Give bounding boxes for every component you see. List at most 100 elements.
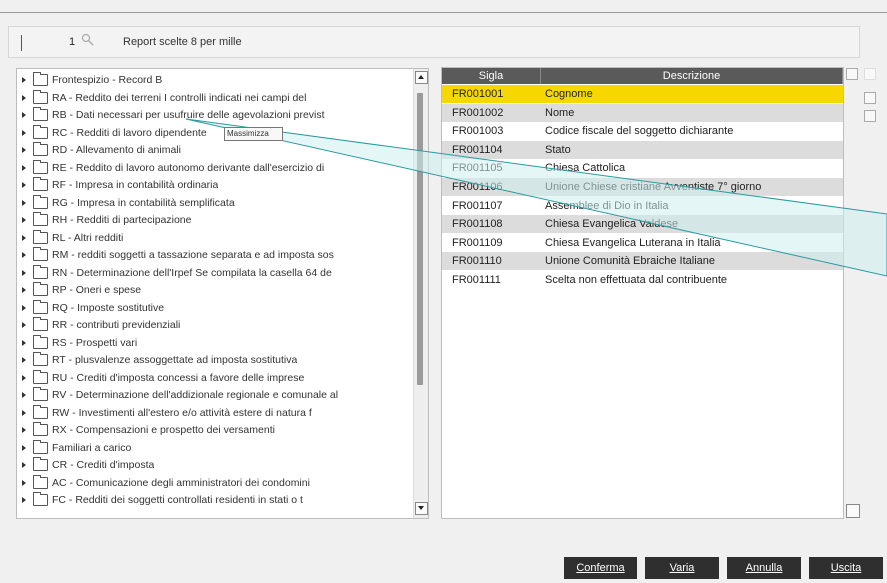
sigla-cell: FR001002: [452, 106, 504, 119]
table-row[interactable]: FR001003 Codice fiscale del soggetto dich…: [442, 122, 843, 140]
expand-arrow-icon[interactable]: [22, 392, 26, 398]
tree-item-label: RQ - Imposte sostitutive: [52, 301, 165, 314]
tree-item[interactable]: RG - Impresa in contabilità semplificata: [17, 194, 412, 212]
expand-arrow-icon[interactable]: [22, 94, 26, 101]
expand-arrow-icon[interactable]: [22, 234, 26, 241]
tree-item[interactable]: RV - Determinazione dell'addizionale reg…: [17, 386, 412, 404]
tree-item[interactable]: RA - Reddito dei terreni I controlli ind…: [17, 89, 412, 107]
tree-item[interactable]: RT - plusvalenze assoggettate ad imposta…: [17, 351, 412, 369]
tree-item[interactable]: RP - Oneri e spese: [17, 281, 412, 299]
tree-item[interactable]: RU - Crediti d'imposta concessi a favore…: [17, 369, 412, 387]
table-row[interactable]: FR001001 Cognome: [442, 85, 843, 103]
expand-arrow-icon[interactable]: [22, 182, 26, 188]
tree-item[interactable]: Familiari a carico: [17, 439, 412, 457]
confirm-button[interactable]: Conferma: [564, 557, 637, 579]
expand-arrow-icon[interactable]: [22, 269, 26, 276]
tree-item[interactable]: FC - Redditi dei soggetti controllati re…: [17, 491, 412, 509]
side-button-2[interactable]: [864, 92, 876, 104]
expand-arrow-icon[interactable]: [22, 252, 26, 258]
exit-button[interactable]: Uscita: [809, 557, 883, 579]
sigla-cell: FR001107: [452, 199, 503, 212]
section-tree: Frontespizio - Record B RA - Reddito dei …: [16, 68, 429, 519]
folder-icon: [33, 474, 48, 489]
table-row[interactable]: FR001108 Chiesa Evangelica Valdese: [442, 215, 843, 234]
folder-icon: [33, 282, 48, 296]
tree-scrollbar[interactable]: [413, 69, 428, 518]
folder-icon: [33, 124, 48, 139]
search-icon[interactable]: [81, 33, 95, 47]
grid-scroll-down-button[interactable]: [846, 504, 860, 518]
expand-arrow-icon[interactable]: [22, 427, 26, 433]
expand-arrow-icon[interactable]: [22, 129, 26, 136]
tree-item-label: RV - Determinazione dell'addizionale reg…: [52, 389, 339, 401]
folder-icon: [33, 299, 48, 314]
fields-grid: Sigla Descrizione FR001001 Cognome FR00100…: [441, 67, 844, 519]
expand-arrow-icon[interactable]: [22, 444, 26, 451]
tree-item[interactable]: RM - redditi soggetti a tassazione separ…: [17, 246, 412, 264]
toolbar: 1 Report scelte 8 per mille: [8, 26, 860, 58]
tree-item[interactable]: RW - Investimenti all'estero e/o attivit…: [17, 404, 412, 422]
descrizione-cell: Stato: [545, 143, 571, 156]
tree-item[interactable]: RR - contributi previdenziali: [17, 316, 412, 334]
expand-arrow-icon[interactable]: [22, 322, 26, 328]
scroll-thumb[interactable]: [417, 93, 423, 385]
expand-arrow-icon[interactable]: [22, 304, 26, 311]
tree-item[interactable]: RN - Determinazione dell'Irpef Se compil…: [17, 264, 412, 282]
folder-icon: [33, 387, 48, 401]
cancel-button[interactable]: Annulla: [727, 557, 801, 579]
tree-item[interactable]: AC - Comunicazione degli amministratori …: [17, 474, 412, 492]
tree-item[interactable]: CR - Crediti d'imposta: [17, 456, 412, 474]
expand-arrow-icon[interactable]: [22, 199, 26, 206]
expand-arrow-icon[interactable]: [22, 112, 26, 118]
expand-arrow-icon[interactable]: [22, 462, 26, 468]
expand-arrow-icon[interactable]: [22, 77, 26, 83]
expand-arrow-icon[interactable]: [22, 409, 26, 416]
tree-item[interactable]: RX - Compensazioni e prospetto dei versa…: [17, 421, 412, 439]
table-row[interactable]: FR001105 Chiesa Cattolica: [442, 159, 843, 177]
side-button-1[interactable]: [864, 68, 876, 80]
tree-item[interactable]: RE - Reddito di lavoro autonomo derivant…: [17, 159, 412, 177]
table-row[interactable]: FR001110 Unione Comunità Ebraiche Italian…: [442, 252, 843, 271]
scroll-down-button[interactable]: [415, 502, 428, 515]
edit-button[interactable]: Varia: [645, 557, 719, 579]
folder-icon: [33, 264, 48, 279]
grid-scroll-up-button[interactable]: [846, 68, 858, 80]
folder-icon: [33, 334, 48, 349]
tree-item[interactable]: RH - Redditi di partecipazione: [17, 211, 412, 229]
tree-item[interactable]: RS - Prospetti vari: [17, 334, 412, 352]
tree-item-label: RU - Crediti d'imposta concessi a favore…: [52, 371, 305, 384]
tree-item[interactable]: Frontespizio - Record B: [17, 71, 412, 89]
table-row[interactable]: FR001107 Assemblee di Dio in Italia: [442, 197, 843, 215]
tree-item[interactable]: RF - Impresa in contabilità ordinaria: [17, 176, 412, 194]
column-header-sigla[interactable]: Sigla: [442, 68, 541, 84]
expand-arrow-icon[interactable]: [22, 147, 26, 153]
column-header-descrizione[interactable]: Descrizione: [541, 68, 843, 84]
table-row[interactable]: FR001002 Nome: [442, 103, 843, 122]
toolbar-separator: [21, 35, 22, 51]
table-row[interactable]: FR001106 Unione Chiese cristiane Avventis…: [442, 178, 843, 196]
expand-arrow-icon[interactable]: [22, 217, 26, 223]
expand-arrow-icon[interactable]: [22, 339, 26, 346]
tree-item[interactable]: RC - Redditi di lavoro dipendente: [17, 124, 412, 142]
tree-item[interactable]: RD - Allevamento di animali: [17, 141, 412, 159]
expand-arrow-icon[interactable]: [22, 374, 26, 381]
tree-item[interactable]: RL - Altri redditi: [17, 229, 412, 247]
expand-arrow-icon[interactable]: [22, 497, 26, 503]
expand-arrow-icon[interactable]: [22, 287, 26, 293]
record-number: 1: [69, 36, 76, 48]
folder-icon: [33, 229, 48, 244]
folder-icon: [33, 422, 48, 436]
table-row[interactable]: FR001109 Chiesa Evangelica Luterana in It…: [442, 234, 843, 252]
table-row[interactable]: FR001104 Stato: [442, 140, 843, 159]
expand-arrow-icon[interactable]: [22, 479, 26, 486]
expand-arrow-icon[interactable]: [22, 357, 26, 363]
table-row[interactable]: FR001111 Scelta non effettuata dal contri…: [442, 271, 843, 289]
expand-arrow-icon[interactable]: [22, 164, 26, 171]
tree-item[interactable]: RQ - Imposte sostitutive: [17, 299, 412, 317]
folder-icon: [33, 352, 48, 366]
side-button-3[interactable]: [864, 110, 876, 122]
tree-item[interactable]: RB - Dati necessari per usufruire delle …: [17, 106, 412, 124]
scroll-up-button[interactable]: [415, 71, 428, 84]
sigla-cell: FR001110: [452, 255, 502, 268]
sigla-cell: FR001109: [452, 236, 503, 249]
